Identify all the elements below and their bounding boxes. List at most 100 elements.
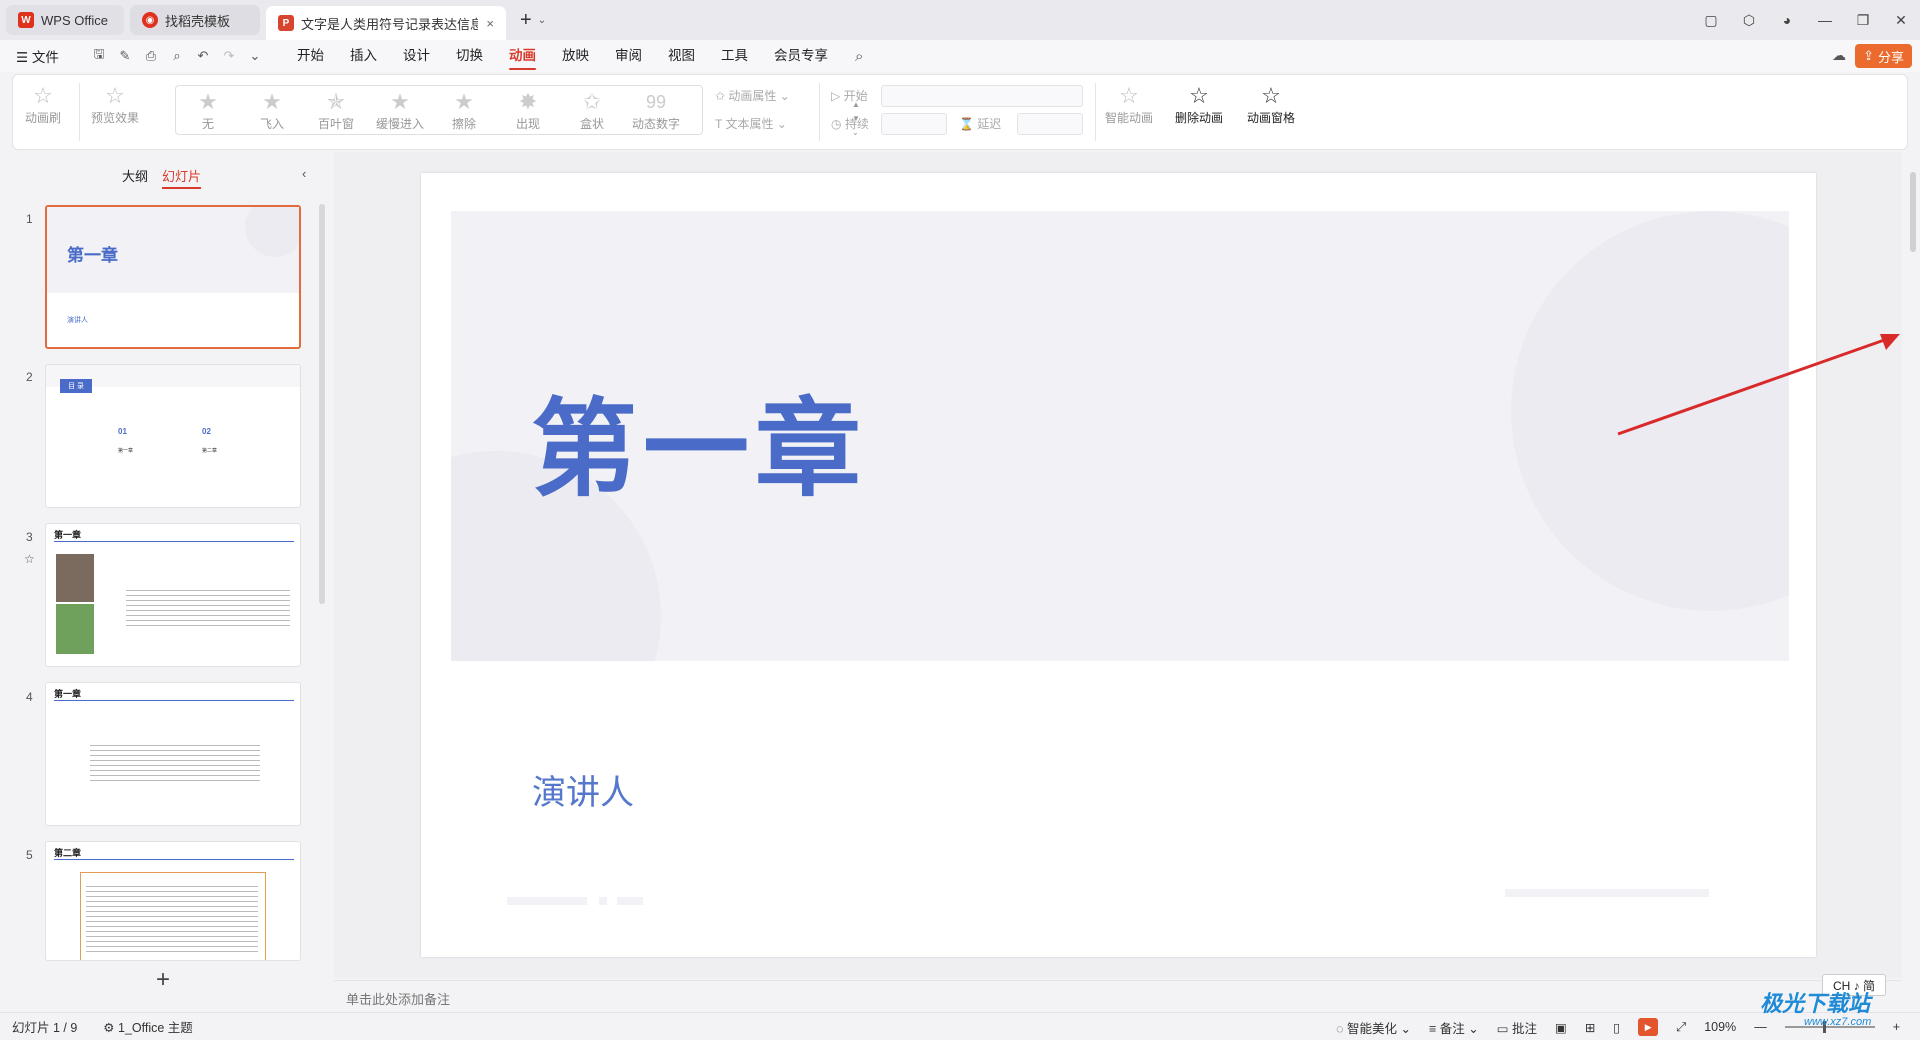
tab-label: WPS Office xyxy=(41,12,108,28)
thumb-text-block xyxy=(126,586,290,626)
tab-label: 文字是人类用符号记录表达信息以 xyxy=(301,16,479,32)
window-controls: ▢ ⬡ ◕ — ❐ ✕ xyxy=(1692,0,1920,40)
print-icon[interactable]: ⎙ xyxy=(140,48,162,64)
collapse-panel-icon[interactable]: ‹ xyxy=(302,166,306,181)
tab-template[interactable]: ◉ 找稻壳模板 xyxy=(130,5,260,35)
menu-transition[interactable]: 切换 xyxy=(443,40,496,72)
effect-none[interactable]: ★ 无 xyxy=(176,89,240,132)
close-tab-icon[interactable]: × xyxy=(486,16,494,31)
animation-brush-button[interactable]: ☆ 动画刷 xyxy=(25,83,61,126)
menu-slideshow[interactable]: 放映 xyxy=(549,40,602,72)
file-menu-label: 文件 xyxy=(31,50,59,65)
current-slide[interactable]: 第一章 演讲人 xyxy=(421,173,1816,957)
tab-list-button[interactable]: ⌄ xyxy=(538,15,546,26)
panel-tabs: 大纲 幻灯片 xyxy=(122,166,202,189)
close-window-icon[interactable]: ✕ xyxy=(1882,12,1920,29)
tab-document[interactable]: P 文字是人类用符号记录表达信息以 × xyxy=(266,6,506,40)
effect-fly-in[interactable]: ★ 飞入 xyxy=(240,89,304,132)
zoom-level[interactable]: 109% xyxy=(1704,1020,1736,1034)
slide-thumb-4[interactable]: 第一章 xyxy=(45,682,301,826)
pen-icon[interactable]: ✎ xyxy=(114,48,136,64)
notes-toggle-button[interactable]: ≡ 备注 ⌄ xyxy=(1429,1018,1479,1037)
fit-window-icon[interactable]: ⤢ xyxy=(1676,1020,1686,1035)
thumb-item-label: 第一章 xyxy=(118,448,134,454)
normal-view-icon[interactable]: ▣ xyxy=(1555,1020,1567,1035)
notes-placeholder: 单击此处添加备注 xyxy=(346,992,451,1007)
thumb-sub: 演讲人 xyxy=(67,317,88,324)
undo-icon[interactable]: ↶ xyxy=(192,48,214,64)
ppt-logo-icon: P xyxy=(278,15,294,31)
text-properties-dropdown[interactable]: T 文本属性 ⌄ xyxy=(715,115,787,132)
slide-thumb-3[interactable]: 第一章 xyxy=(45,523,301,667)
search-icon[interactable]: ⌕ xyxy=(855,48,863,65)
menu-bar: ☰ 文件 🖫 ✎ ⎙ ⌕ ↶ ↷ ⌄ 开始 插入 设计 切换 动画 放映 审阅 … xyxy=(0,40,1920,72)
tab-slides[interactable]: 幻灯片 xyxy=(162,166,202,189)
reading-view-icon[interactable]: ▯ xyxy=(1613,1020,1620,1035)
slide-thumb-1[interactable]: 第一章 演讲人 xyxy=(45,205,301,349)
effect-dynamic-number[interactable]: 99 动态数字 xyxy=(624,89,688,132)
effect-box[interactable]: ✩ 盒状 xyxy=(560,89,624,132)
add-slide-button[interactable]: + xyxy=(156,966,170,994)
text-props-icon: T xyxy=(715,117,723,131)
zoom-in-icon[interactable]: + xyxy=(1893,1020,1900,1034)
effect-appear[interactable]: ✸ 出现 xyxy=(496,89,560,132)
effect-label: 盒状 xyxy=(579,117,604,131)
file-menu[interactable]: ☰ 文件 xyxy=(0,46,72,66)
new-tab-button[interactable]: + xyxy=(520,9,532,32)
delete-animation-button[interactable]: ☆ 删除动画 xyxy=(1175,83,1223,126)
slide-thumb-5[interactable]: 第二章 xyxy=(45,841,301,961)
cloud-sync-icon[interactable]: ☁ xyxy=(1832,47,1846,64)
effect-blinds[interactable]: ✯ 百叶窗 xyxy=(304,89,368,132)
delay-input[interactable] xyxy=(1017,113,1083,135)
slide-panel: 大纲 幻灯片 ‹ 1 第一章 演讲人 2 目 录 01 02 第一章 第二章 3… xyxy=(0,152,328,1008)
menu-view[interactable]: 视图 xyxy=(655,40,708,72)
slide-title[interactable]: 第一章 xyxy=(531,363,867,517)
menu-home[interactable]: 开始 xyxy=(284,40,337,72)
slide-counter: 幻灯片 1 / 9 xyxy=(12,1021,78,1035)
comments-button[interactable]: ▭ 批注 xyxy=(1497,1018,1537,1037)
duration-input[interactable] xyxy=(881,113,947,135)
minimize-icon[interactable]: — xyxy=(1806,12,1844,28)
layout-icon[interactable]: ▢ xyxy=(1692,12,1730,29)
tab-wps-office[interactable]: W WPS Office xyxy=(6,5,124,35)
box-icon[interactable]: ⬡ xyxy=(1730,12,1768,29)
restore-icon[interactable]: ❐ xyxy=(1844,12,1882,29)
effect-label: 缓慢进入 xyxy=(375,117,424,131)
animation-pane-button[interactable]: ☆ 动画窗格 xyxy=(1247,83,1295,126)
menu-review[interactable]: 审阅 xyxy=(602,40,655,72)
panel-scrollbar[interactable] xyxy=(319,204,325,604)
slide-presenter[interactable]: 演讲人 xyxy=(532,765,634,814)
effect-label: 百叶窗 xyxy=(317,117,354,131)
play-slideshow-icon[interactable]: ▶ xyxy=(1638,1018,1659,1036)
delay-label: 延迟 xyxy=(977,117,1002,131)
menu-animation[interactable]: 动画 xyxy=(496,40,549,72)
smart-beautify-button[interactable]: ◌ 智能美化 ⌄ xyxy=(1336,1018,1411,1037)
save-icon[interactable]: 🖫 xyxy=(88,45,110,67)
redo-icon[interactable]: ↷ xyxy=(218,48,240,64)
menu-design[interactable]: 设计 xyxy=(390,40,443,72)
preview-star-icon: ☆ xyxy=(105,83,125,108)
slide-thumb-2[interactable]: 目 录 01 02 第一章 第二章 xyxy=(45,364,301,508)
thumb-title: 第一章 xyxy=(67,246,118,265)
notes-area[interactable]: 单击此处添加备注 xyxy=(334,980,1902,1010)
effect-wipe[interactable]: ★ 擦除 xyxy=(432,89,496,132)
preview-effect-button[interactable]: ☆ 预览效果 xyxy=(91,83,139,126)
theme-name[interactable]: ⚙ 1_Office 主题 xyxy=(103,1017,193,1036)
share-button[interactable]: ⇪ 分享 xyxy=(1855,44,1912,68)
scrollbar-thumb[interactable] xyxy=(1910,172,1916,252)
avatar[interactable]: ◕ xyxy=(1768,12,1806,28)
menu-insert[interactable]: 插入 xyxy=(337,40,390,72)
decor-bar xyxy=(617,897,643,905)
more-icon[interactable]: ⌄ xyxy=(244,48,266,64)
smart-animation-button[interactable]: ☆ 智能动画 xyxy=(1105,83,1153,126)
menu-member[interactable]: 会员专享 xyxy=(761,40,841,72)
start-select[interactable] xyxy=(881,85,1083,107)
menu-tools[interactable]: 工具 xyxy=(708,40,761,72)
effect-slow-enter[interactable]: ★ 缓慢进入 xyxy=(368,89,432,132)
grid-view-icon[interactable]: ⊞ xyxy=(1585,1020,1595,1035)
print-preview-icon[interactable]: ⌕ xyxy=(166,48,188,64)
tab-outline[interactable]: 大纲 xyxy=(122,166,148,185)
star-icon: ✸ xyxy=(518,89,538,114)
animation-properties-dropdown[interactable]: ✩ 动画属性 ⌄ xyxy=(715,87,790,104)
canvas-scrollbar[interactable] xyxy=(1906,152,1920,1008)
